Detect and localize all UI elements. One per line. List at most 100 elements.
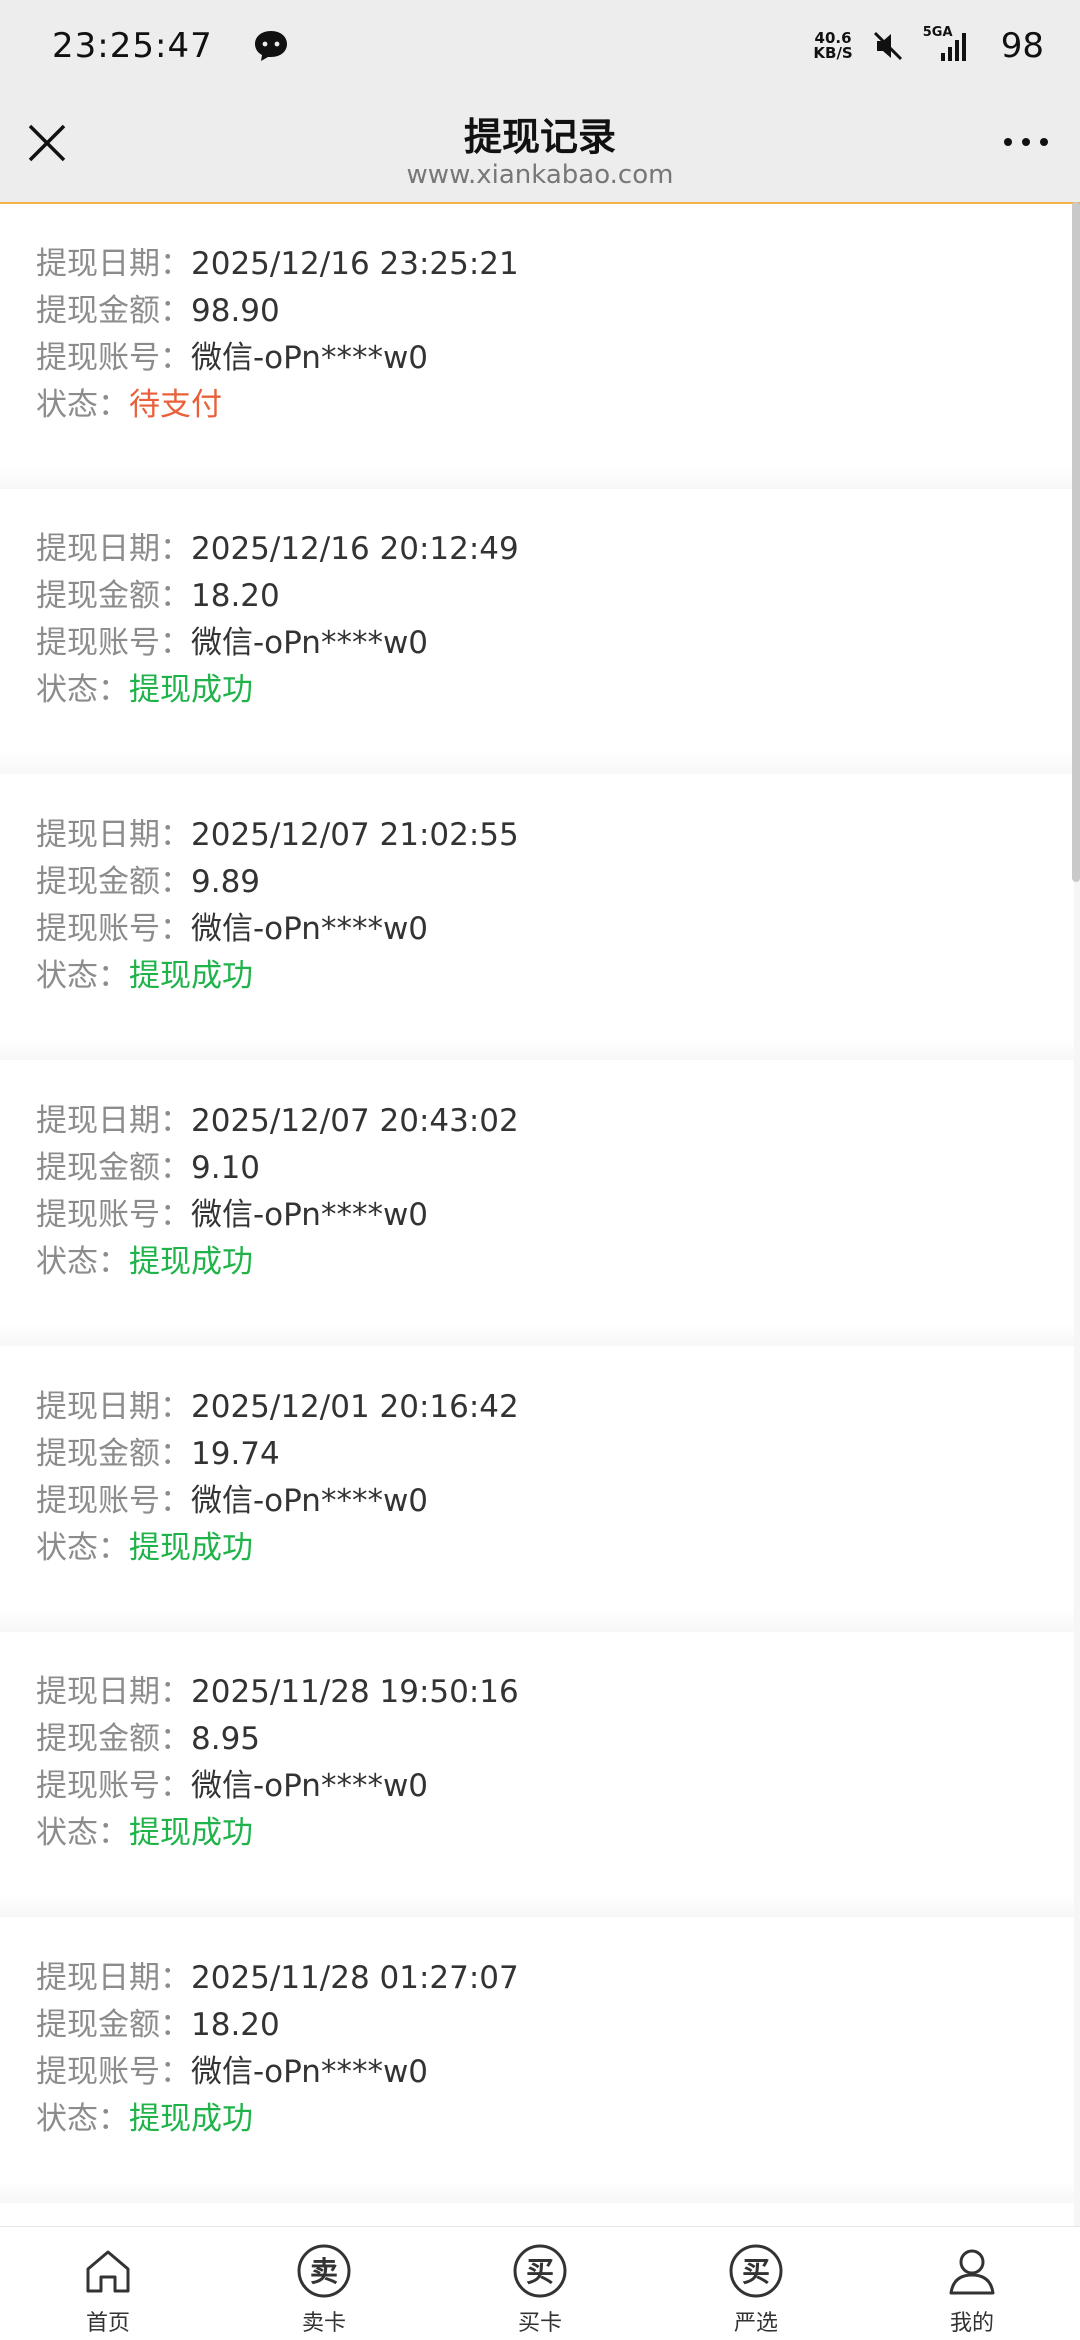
status-label: 状态： <box>36 2101 129 2137</box>
record-status-row: 状态：提现成功 <box>36 2096 1074 2143</box>
record-amount: 9.10 <box>191 1150 261 1186</box>
record-account-row: 提现账号：微信-oPn****w0 <box>36 335 1074 382</box>
record-account-row: 提现账号：微信-oPn****w0 <box>36 1478 1074 1525</box>
record-amount: 98.90 <box>191 293 280 329</box>
more-options-icon[interactable] <box>998 122 1054 162</box>
record-status: 提现成功 <box>129 1530 253 1566</box>
record-account: 微信-oPn****w0 <box>191 625 429 661</box>
record-date: 2025/12/16 20:12:49 <box>191 531 519 567</box>
record-account-row: 提现账号：微信-oPn****w0 <box>36 620 1074 667</box>
status-bar: 23:25:47 40.6 KB/S 5GA 98 <box>0 0 1080 92</box>
record-date-row: 提现日期：2025/12/07 20:43:02 <box>36 1098 1074 1145</box>
record-amount-row: 提现金额：8.95 <box>36 1716 1074 1763</box>
record-status-row: 状态：提现成功 <box>36 667 1074 714</box>
record-amount: 18.20 <box>191 2007 280 2043</box>
title-bar: 提现记录 www.xiankabao.com <box>0 92 1080 202</box>
withdrawal-record: 提现日期：2025/12/01 20:16:42 提现金额：19.74 提现账号… <box>0 1347 1074 1632</box>
battery-level: 98 <box>1000 26 1044 66</box>
net-speed-unit: KB/S <box>813 44 853 62</box>
withdrawal-record: 提现日期：2025/12/07 20:43:02 提现金额：9.10 提现账号：… <box>0 1061 1074 1346</box>
record-amount: 18.20 <box>191 578 280 614</box>
status-label: 状态： <box>36 1530 129 1566</box>
record-account: 微信-oPn****w0 <box>191 1483 429 1519</box>
status-label: 状态： <box>36 1244 129 1280</box>
buy-glyph: 买 <box>526 2255 554 2288</box>
buy-icon: 买 <box>513 2244 567 2298</box>
record-account-row: 提现账号：微信-oPn****w0 <box>36 1763 1074 1810</box>
status-label: 状态： <box>36 387 129 423</box>
status-indicators: 40.6 KB/S 5GA 98 <box>813 25 1044 66</box>
signal-icon: 5GA <box>923 25 969 63</box>
withdrawal-record: 提现日期：2025/11/28 01:27:07 提现金额：18.20 提现账号… <box>0 1918 1074 2203</box>
amount-label: 提现金额： <box>36 1721 191 1757</box>
record-status-row: 状态：待支付 <box>36 382 1074 429</box>
record-date-row: 提现日期：2025/12/16 23:25:21 <box>36 241 1074 288</box>
record-account: 微信-oPn****w0 <box>191 911 429 947</box>
account-label: 提现账号： <box>36 1483 191 1519</box>
amount-label: 提现金额： <box>36 864 191 900</box>
chat-bubble-icon <box>254 31 287 61</box>
account-label: 提现账号： <box>36 340 191 376</box>
tab-featured[interactable]: 买 严选 <box>648 2227 864 2340</box>
scrollbar[interactable] <box>1072 202 1080 882</box>
record-amount-row: 提现金额：18.20 <box>36 2002 1074 2049</box>
date-label: 提现日期： <box>36 817 191 853</box>
record-status: 提现成功 <box>129 672 253 708</box>
record-date-row: 提现日期：2025/12/16 20:12:49 <box>36 526 1074 573</box>
account-label: 提现账号： <box>36 911 191 947</box>
home-icon <box>86 2250 130 2293</box>
record-amount: 19.74 <box>191 1436 280 1472</box>
record-status-row: 状态：提现成功 <box>36 1239 1074 1286</box>
tab-label: 严选 <box>733 2311 778 2336</box>
sell-glyph: 卖 <box>310 2255 338 2288</box>
page-url: www.xiankabao.com <box>406 160 674 190</box>
record-date-row: 提现日期：2025/11/28 01:27:07 <box>36 1955 1074 2002</box>
withdrawal-record: 提现日期：2025/12/16 23:25:21 提现金额：98.90 提现账号… <box>0 204 1074 489</box>
record-status: 提现成功 <box>129 1815 253 1851</box>
record-date: 2025/12/01 20:16:42 <box>191 1389 519 1425</box>
record-date: 2025/12/16 23:25:21 <box>191 246 519 282</box>
record-amount: 9.89 <box>191 864 261 900</box>
record-amount-row: 提现金额：18.20 <box>36 573 1074 620</box>
date-label: 提现日期： <box>36 1960 191 1996</box>
withdrawal-record: 提现日期：2025/11/28 19:50:16 提现金额：8.95 提现账号：… <box>0 1632 1074 1917</box>
net-speed: 40.6 KB/S <box>813 31 852 61</box>
sell-icon: 卖 <box>297 2244 351 2298</box>
profile-icon <box>949 2249 995 2295</box>
record-amount-row: 提现金额：19.74 <box>36 1431 1074 1478</box>
tab-home[interactable]: 首页 <box>0 2227 216 2340</box>
date-label: 提现日期： <box>36 1103 191 1139</box>
amount-label: 提现金额： <box>36 1150 191 1186</box>
account-label: 提现账号： <box>36 1197 191 1233</box>
record-account-row: 提现账号：微信-oPn****w0 <box>36 1192 1074 1239</box>
record-account-row: 提现账号：微信-oPn****w0 <box>36 906 1074 953</box>
withdrawal-record-list: 提现日期：2025/12/16 23:25:21 提现金额：98.90 提现账号… <box>0 204 1074 2226</box>
select-icon: 买 <box>729 2244 783 2298</box>
status-time: 23:25:47 <box>52 26 213 66</box>
record-date: 2025/12/07 20:43:02 <box>191 1103 519 1139</box>
record-date-row: 提现日期：2025/11/28 19:50:16 <box>36 1669 1074 1716</box>
amount-label: 提现金额： <box>36 578 191 614</box>
record-status-row: 状态：提现成功 <box>36 953 1074 1000</box>
record-amount: 8.95 <box>191 1721 261 1757</box>
amount-label: 提现金额： <box>36 1436 191 1472</box>
record-status-row: 状态：提现成功 <box>36 1525 1074 1572</box>
page-title: 提现记录 <box>463 115 616 159</box>
select-glyph: 买 <box>742 2255 770 2288</box>
status-label: 状态： <box>36 1815 129 1851</box>
record-account: 微信-oPn****w0 <box>191 1768 429 1804</box>
account-label: 提现账号： <box>36 625 191 661</box>
withdrawal-record: 提现日期：2025/12/16 20:12:49 提现金额：18.20 提现账号… <box>0 489 1074 774</box>
tab-buy-card[interactable]: 买 买卡 <box>432 2227 648 2340</box>
status-label: 状态： <box>36 958 129 994</box>
account-label: 提现账号： <box>36 2054 191 2090</box>
amount-label: 提现金额： <box>36 293 191 329</box>
tab-label: 买卡 <box>517 2311 562 2336</box>
tab-label: 首页 <box>85 2311 130 2336</box>
date-label: 提现日期： <box>36 1674 191 1710</box>
record-account: 微信-oPn****w0 <box>191 1197 429 1233</box>
records-area[interactable]: 提现日期：2025/12/16 23:25:21 提现金额：98.90 提现账号… <box>0 202 1080 2226</box>
tab-sell-card[interactable]: 卖 卖卡 <box>216 2227 432 2340</box>
record-status-row: 状态：提现成功 <box>36 1810 1074 1857</box>
tab-profile[interactable]: 我的 <box>864 2227 1080 2340</box>
